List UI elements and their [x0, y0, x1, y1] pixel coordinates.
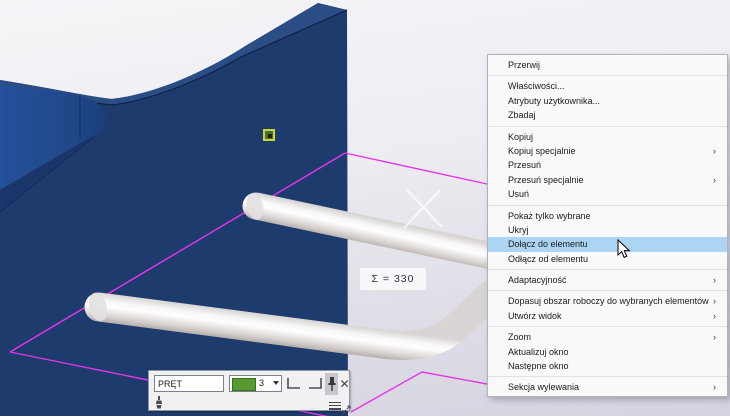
menu-item-kopiuj-specjalnie[interactable]: Kopiuj specjalnie ›: [488, 144, 727, 158]
menu-item-przesun[interactable]: Przesuń: [488, 158, 727, 172]
menu-item-nastepne-okno[interactable]: Następne okno: [488, 359, 727, 373]
submenu-arrow-icon: ›: [713, 382, 716, 393]
close-toolbar-button[interactable]: ✕: [338, 373, 351, 395]
menu-item-wlasciwosci[interactable]: Właściwości...: [488, 79, 727, 93]
submenu-arrow-icon: ›: [713, 174, 716, 185]
snap-cross-marker: [403, 188, 443, 229]
menu-item-odlacz-od-elementu[interactable]: Odłącz od elementu: [488, 252, 727, 266]
menu-item-sekcja-wylewania[interactable]: Sekcja wylewania ›: [488, 380, 727, 394]
menu-item-aktualizuj-okno[interactable]: Aktualizuj okno: [488, 345, 727, 359]
brush-icon: [156, 396, 162, 409]
class-color-combo[interactable]: 3: [229, 375, 282, 392]
menu-separator: [488, 204, 727, 206]
class-number: 3: [259, 378, 265, 388]
toolbar-resize-handle[interactable]: [342, 401, 351, 414]
menu-item-zoom[interactable]: Zoom ›: [488, 330, 727, 344]
selection-handle[interactable]: [263, 129, 275, 141]
menu-item-przesun-specjalnie[interactable]: Przesuń specjalnie ›: [488, 173, 727, 187]
menu-item-atrybuty[interactable]: Atrybuty użytkownika...: [488, 94, 727, 108]
mouse-cursor-icon: [617, 238, 632, 265]
corner-start-icon: [287, 378, 300, 389]
corner-start-button[interactable]: [284, 374, 303, 393]
context-menu: Przerwij Właściwości... Atrybuty użytkow…: [487, 54, 728, 397]
apply-properties-button[interactable]: [153, 395, 165, 410]
menu-item-utworz-widok[interactable]: Utwórz widok ›: [488, 309, 727, 323]
menu-item-ukryj[interactable]: Ukryj: [488, 223, 727, 237]
submenu-arrow-icon: ›: [713, 332, 716, 343]
menu-item-dolacz-do-elementu[interactable]: Dołącz do elementu: [488, 237, 727, 252]
menu-item-adaptacyjnosc[interactable]: Adaptacyjność ›: [488, 273, 727, 287]
close-icon: ✕: [339, 377, 350, 391]
menu-separator: [488, 269, 727, 271]
menu-separator: [488, 290, 727, 292]
part-name-input[interactable]: [154, 375, 224, 392]
corner-end-button[interactable]: [306, 374, 325, 393]
sum-annotation: Σ = 330: [360, 268, 426, 290]
submenu-arrow-icon: ›: [713, 310, 716, 321]
corner-end-icon: [309, 378, 322, 389]
menu-item-przerwij[interactable]: Przerwij: [488, 58, 727, 72]
mini-toolbar: 3 ✕: [148, 370, 351, 414]
hamburger-icon: [329, 401, 341, 404]
menu-item-kopiuj[interactable]: Kopiuj: [488, 130, 727, 144]
resize-arrows-icon: [342, 405, 351, 414]
menu-item-pokaz-tylko-wybrane[interactable]: Pokaż tylko wybrane: [488, 209, 727, 223]
pin-toolbar-button[interactable]: [325, 373, 338, 395]
toolbar-options-button[interactable]: [329, 400, 341, 410]
menu-separator: [488, 75, 727, 77]
submenu-arrow-icon: ›: [713, 296, 716, 307]
menu-separator: [488, 326, 727, 328]
submenu-arrow-icon: ›: [713, 145, 716, 156]
dropdown-arrow-icon: [273, 381, 279, 385]
menu-separator: [488, 376, 727, 378]
pin-icon: [327, 377, 336, 391]
submenu-arrow-icon: ›: [713, 275, 716, 286]
handle-dot-icon: [268, 134, 272, 138]
menu-item-usun[interactable]: Usuń: [488, 187, 727, 201]
menu-item-dopasuj-obszar[interactable]: Dopasuj obszar roboczy do wybranych elem…: [488, 294, 727, 308]
model-viewport[interactable]: Σ = 330 3 ✕: [0, 0, 730, 416]
class-color-swatch: [232, 378, 256, 391]
menu-item-zbadaj[interactable]: Zbadaj: [488, 108, 727, 122]
menu-separator: [488, 125, 727, 127]
